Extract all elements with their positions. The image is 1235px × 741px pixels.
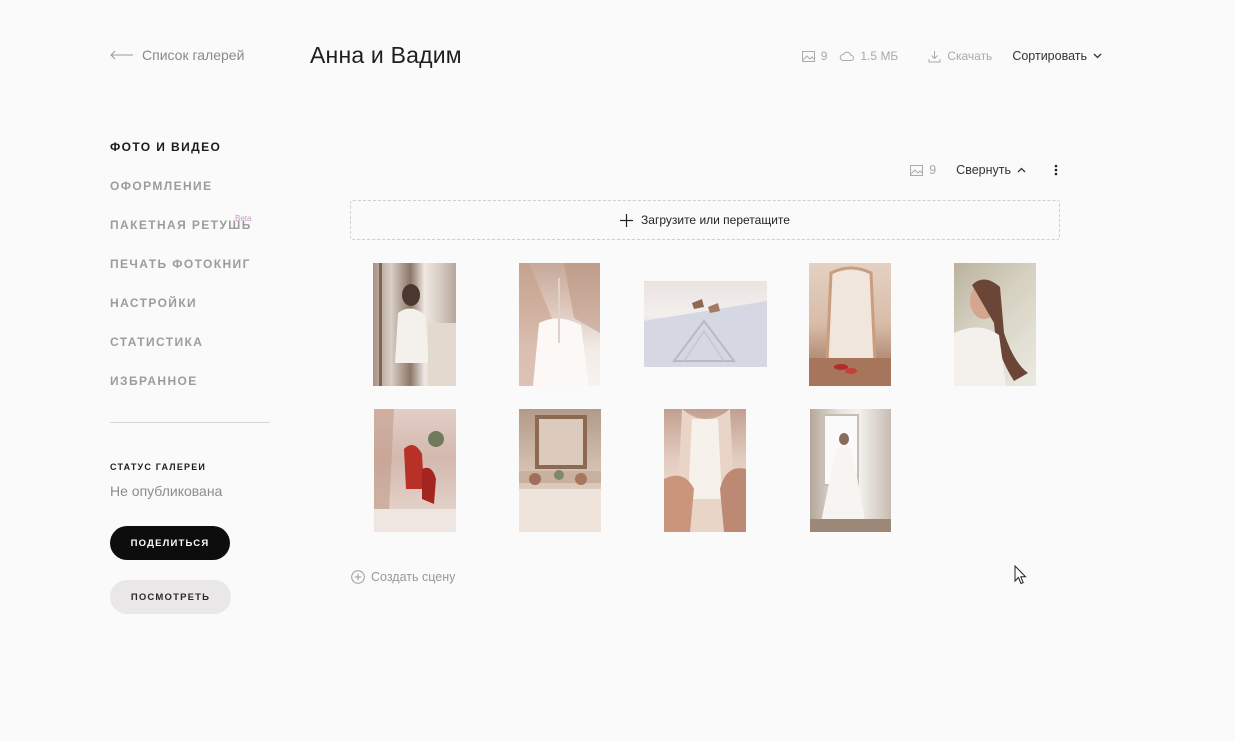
gallery-toolbar: 9 1.5 МБ Скачать Сортировать (801, 49, 1102, 63)
storage-size: 1.5 МБ (860, 49, 899, 63)
chevron-down-icon (1093, 53, 1102, 59)
back-label: Список галерей (142, 47, 245, 63)
sidebar-item-design[interactable]: ОФОРМЛЕНИЕ (110, 179, 252, 218)
collapse-button[interactable]: Свернуть (956, 163, 1026, 177)
arrow-left-icon (110, 50, 133, 60)
sidebar-item-favorites[interactable]: ИЗБРАННОЕ (110, 374, 252, 413)
chevron-up-icon (1017, 167, 1026, 173)
sort-dropdown[interactable]: Сортировать (1012, 49, 1102, 63)
sidebar-item-label: ОФОРМЛЕНИЕ (110, 179, 213, 193)
sidebar-item-batch-retouch[interactable]: ПАКЕТНАЯ РЕТУШЬ Beta (110, 214, 252, 257)
gallery-photo[interactable] (519, 263, 600, 386)
back-to-galleries-link[interactable]: Список галерей (110, 47, 244, 63)
sort-label: Сортировать (1012, 49, 1087, 63)
plus-icon (620, 213, 634, 227)
download-label: Скачать (947, 49, 993, 63)
sidebar-item-label: ПАКЕТНАЯ РЕТУШЬ (110, 218, 252, 232)
sidebar-item-label: ФОТО И ВИДЕО (110, 140, 222, 154)
sidebar-item-settings[interactable]: НАСТРОЙКИ (110, 296, 252, 335)
section-photo-count: 9 (910, 163, 936, 177)
cloud-icon (840, 51, 855, 61)
image-icon (801, 50, 815, 62)
collapse-label: Свернуть (956, 163, 1011, 177)
gallery-status-label: СТАТУС ГАЛЕРЕИ (110, 462, 207, 472)
upload-label: Загрузите или перетащите (641, 213, 790, 227)
mouse-cursor-icon (1014, 565, 1027, 585)
gallery-photo[interactable] (664, 409, 746, 532)
section-header: 9 Свернуть (910, 163, 1058, 177)
section-count-value: 9 (929, 163, 937, 177)
create-scene-button[interactable]: Создать сцену (351, 570, 455, 584)
upload-dropzone[interactable]: Загрузите или перетащите (350, 200, 1060, 240)
sidebar-divider (110, 422, 270, 423)
share-button[interactable]: ПОДЕЛИТЬСЯ (110, 526, 230, 560)
gallery-photo[interactable] (519, 409, 601, 532)
gallery-photo[interactable] (644, 281, 767, 367)
page-title: Анна и Вадим (310, 42, 462, 68)
sidebar-item-photos-videos[interactable]: ФОТО И ВИДЕО (110, 140, 252, 179)
create-scene-label: Создать сцену (371, 570, 456, 584)
photo-count-stat: 9 (801, 49, 828, 63)
sidebar-nav: ФОТО И ВИДЕО ОФОРМЛЕНИЕ ПАКЕТНАЯ РЕТУШЬ … (110, 140, 252, 413)
gallery-photo[interactable] (954, 263, 1036, 386)
beta-badge: Beta (235, 214, 252, 223)
kebab-menu-icon (1054, 164, 1058, 176)
gallery-photo[interactable] (373, 263, 456, 386)
gallery-photo[interactable] (809, 263, 891, 386)
view-button[interactable]: ПОСМОТРЕТЬ (110, 580, 231, 614)
gallery-status-value: Не опубликована (110, 483, 223, 499)
sidebar-item-photobook-print[interactable]: ПЕЧАТЬ ФОТОКНИГ (110, 257, 252, 296)
download-icon (928, 50, 941, 62)
sidebar-item-statistics[interactable]: СТАТИСТИКА (110, 335, 252, 374)
more-options-button[interactable] (1054, 164, 1058, 176)
sidebar-item-label: ПЕЧАТЬ ФОТОКНИГ (110, 257, 251, 271)
gallery-photo[interactable] (810, 409, 891, 532)
sidebar-item-label: НАСТРОЙКИ (110, 296, 198, 310)
storage-size-stat: 1.5 МБ (839, 49, 898, 63)
photo-count: 9 (820, 49, 828, 63)
sidebar-item-label: ИЗБРАННОЕ (110, 374, 198, 388)
plus-circle-icon (351, 570, 365, 584)
download-button[interactable]: Скачать (928, 49, 992, 63)
image-icon (910, 164, 924, 176)
sidebar-item-label: СТАТИСТИКА (110, 335, 204, 349)
gallery-photo[interactable] (374, 409, 456, 532)
